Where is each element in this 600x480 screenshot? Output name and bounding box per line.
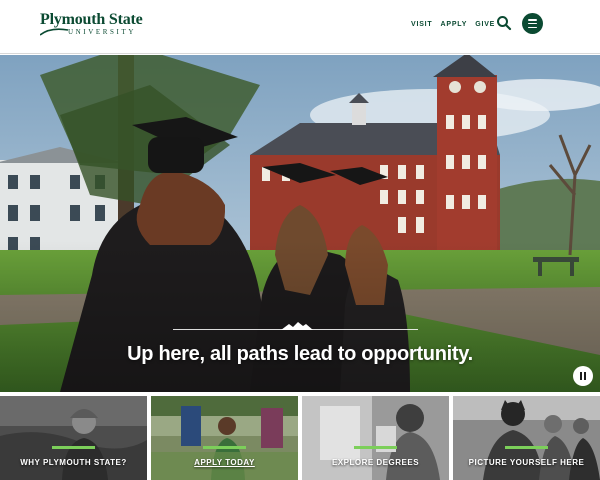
menu-button[interactable] [522, 13, 543, 34]
nav-visit-link[interactable]: VISIT [411, 18, 433, 32]
tile-explore-degrees[interactable]: EXPLORE DEGREES [302, 396, 449, 480]
tile-accent-bar [505, 446, 548, 449]
mountain-icon [281, 322, 313, 330]
tile-picture-yourself-here[interactable]: PICTURE YOURSELF HERE [453, 396, 600, 480]
nav-give-link[interactable]: GIVE [475, 18, 495, 32]
tile-label: PICTURE YOURSELF HERE [468, 458, 585, 467]
feature-tiles: WHY PLYMOUTH STATE? APPLY TODAY EXPLORE … [0, 396, 600, 480]
tile-accent-bar [203, 446, 246, 449]
hero-headline: Up here, all paths lead to opportunity. [127, 343, 473, 365]
tile-why-plymouth-state[interactable]: WHY PLYMOUTH STATE? [0, 396, 147, 480]
tile-apply-today[interactable]: APPLY TODAY [151, 396, 298, 480]
hamburger-menu-icon [528, 19, 537, 21]
logo-swoosh-icon [40, 28, 68, 36]
logo-subtitle: UNIVERSITY [68, 28, 136, 36]
nav-apply-link[interactable]: APPLY [441, 18, 468, 32]
pause-button[interactable] [573, 366, 593, 386]
plymouth-state-logo[interactable]: Plymouth State UNIVERSITY [40, 11, 143, 41]
search-icon [497, 16, 512, 31]
tile-accent-bar [52, 446, 95, 449]
tile-label: WHY PLYMOUTH STATE? [20, 458, 127, 467]
tile-accent-bar [354, 446, 397, 449]
pause-icon [580, 372, 582, 380]
tile-label: APPLY TODAY [194, 458, 255, 467]
utility-nav: VISIT APPLY GIVE [411, 18, 495, 32]
tile-photo [151, 396, 298, 480]
site-header: Plymouth State UNIVERSITY VISIT APPLY GI… [0, 0, 600, 54]
hero-banner: Up here, all paths lead to opportunity. [0, 55, 600, 392]
tile-photo [453, 396, 600, 480]
search-button[interactable] [496, 15, 512, 31]
tile-label: EXPLORE DEGREES [331, 458, 420, 467]
tile-photo [302, 396, 449, 480]
tile-photo [0, 396, 147, 480]
